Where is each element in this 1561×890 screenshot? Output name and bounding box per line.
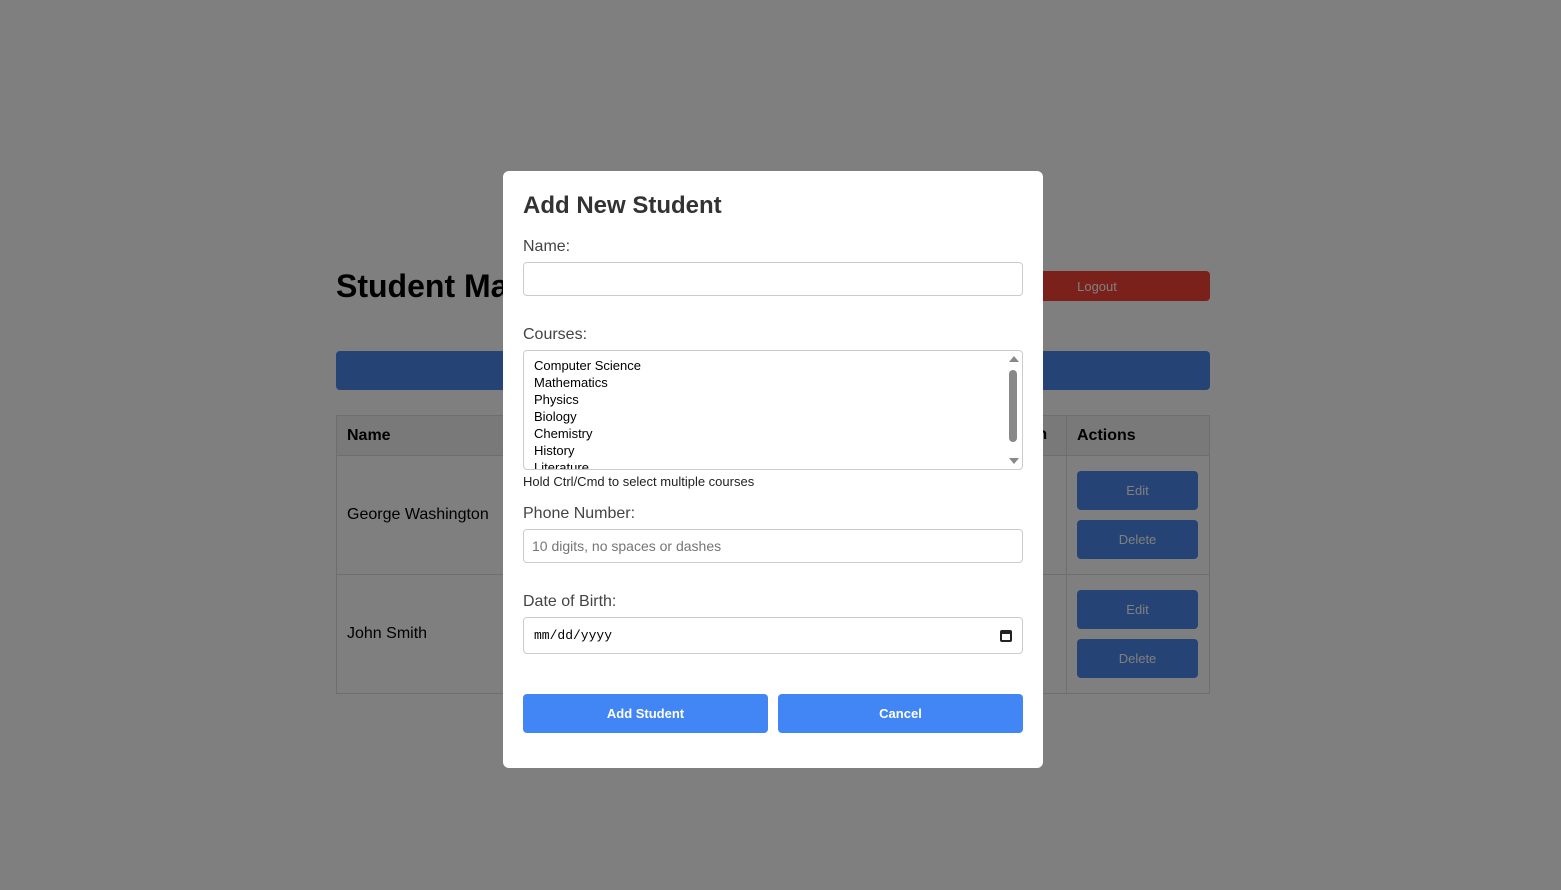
course-option[interactable]: Biology bbox=[534, 408, 1012, 425]
name-input[interactable] bbox=[523, 262, 1023, 296]
phone-input[interactable]: 10 digits, no spaces or dashes bbox=[523, 529, 1023, 563]
course-option[interactable]: Mathematics bbox=[534, 374, 1012, 391]
calendar-icon[interactable] bbox=[1000, 629, 1012, 642]
course-option[interactable]: Physics bbox=[534, 391, 1012, 408]
scroll-up-icon[interactable] bbox=[1009, 356, 1019, 362]
scroll-down-icon[interactable] bbox=[1009, 458, 1019, 464]
course-option[interactable]: Chemistry bbox=[534, 425, 1012, 442]
courses-select[interactable]: Computer Science Mathematics Physics Bio… bbox=[523, 350, 1023, 470]
course-option[interactable]: History bbox=[534, 442, 1012, 459]
courses-hint: Hold Ctrl/Cmd to select multiple courses bbox=[523, 474, 755, 489]
course-option[interactable]: Literature bbox=[534, 459, 1012, 469]
dob-label: Date of Birth: bbox=[523, 593, 617, 610]
add-student-modal: Add New Student Name: Courses: Computer … bbox=[503, 171, 1043, 768]
dob-placeholder: mm/dd/yyyy bbox=[534, 628, 613, 643]
modal-title: Add New Student bbox=[523, 192, 722, 219]
courses-scrollbar[interactable] bbox=[1005, 352, 1021, 468]
courses-label: Courses: bbox=[523, 326, 588, 343]
add-student-button[interactable]: Add Student bbox=[523, 694, 768, 733]
name-label: Name: bbox=[523, 238, 571, 255]
scroll-thumb[interactable] bbox=[1009, 370, 1017, 442]
modal-actions: Add Student Cancel bbox=[523, 694, 1023, 733]
dob-input[interactable]: mm/dd/yyyy bbox=[523, 617, 1023, 654]
phone-label: Phone Number: bbox=[523, 505, 636, 522]
cancel-button[interactable]: Cancel bbox=[778, 694, 1023, 733]
course-option[interactable]: Computer Science bbox=[534, 357, 1012, 374]
